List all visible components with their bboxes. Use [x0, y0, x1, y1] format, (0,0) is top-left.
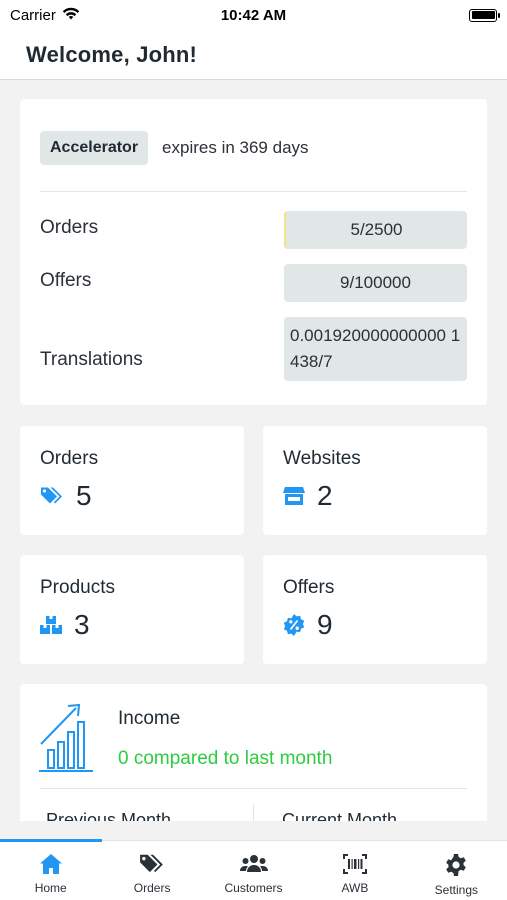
stat-value-row: 2: [283, 480, 333, 512]
tab-label: Settings: [434, 883, 478, 897]
tab-settings[interactable]: Settings: [406, 841, 507, 900]
page-title: Welcome, John!: [26, 41, 198, 67]
tab-awb[interactable]: AWB: [304, 841, 405, 900]
stat-value: 2: [317, 480, 333, 511]
divider: [40, 191, 467, 192]
stat-value: 9: [317, 609, 333, 640]
usage-value-offers: 9/100000: [284, 264, 467, 302]
usage-value-translations: 0.001920000000000 1438/7: [284, 317, 467, 381]
stat-card-websites[interactable]: Websites 2: [263, 426, 487, 535]
tab-orders[interactable]: Orders: [101, 841, 202, 900]
stat-title: Orders: [40, 448, 99, 469]
income-card: Income 0 compared to last month Previous…: [20, 684, 487, 821]
usage-label-offers: Offers: [40, 270, 92, 291]
boxes-icon: [40, 615, 62, 635]
stat-card-offers[interactable]: Offers 9: [263, 555, 487, 664]
tags-icon: [139, 853, 165, 875]
dashboard-content[interactable]: Accelerator expires in 369 days Orders 5…: [0, 81, 507, 821]
carrier-label: Carrier: [10, 6, 56, 24]
active-tab-indicator: [0, 839, 102, 842]
usage-label-translations: Translations: [40, 349, 143, 370]
stat-value: 3: [74, 609, 90, 640]
battery-icon: [469, 8, 500, 22]
tab-home[interactable]: Home: [0, 841, 101, 900]
usage-value-orders: 5/2500: [284, 211, 467, 249]
income-comparison: 0 compared to last month: [118, 748, 333, 769]
users-icon: [239, 853, 268, 875]
growth-chart-icon: [38, 702, 96, 779]
plan-expiry: expires in 369 days: [162, 138, 309, 157]
plan-badge: Accelerator: [40, 131, 149, 165]
stat-value: 5: [76, 480, 92, 511]
tab-customers[interactable]: Customers: [203, 841, 304, 900]
gear-icon: [444, 853, 468, 877]
home-icon: [39, 853, 63, 875]
percent-badge-icon: [283, 614, 305, 636]
status-bar: Carrier 10:42 AM: [0, 0, 507, 30]
tab-label: Orders: [133, 881, 171, 895]
stat-value-row: 5: [40, 480, 92, 512]
divider: [253, 804, 254, 821]
store-icon: [283, 486, 305, 506]
usage-label-orders: Orders: [40, 217, 99, 238]
stat-value-row: 9: [283, 609, 333, 641]
income-title: Income: [118, 708, 181, 729]
stat-card-products[interactable]: Products 3: [20, 555, 244, 664]
tab-bar: Home Orders Customers AWB Settings: [0, 839, 507, 900]
stat-title: Websites: [283, 448, 361, 469]
stat-title: Offers: [283, 577, 335, 598]
current-month-label: Current Month: [282, 810, 398, 821]
stat-value-row: 3: [40, 609, 90, 641]
tab-label: Home: [34, 881, 67, 895]
tab-label: Customers: [224, 881, 283, 895]
stat-title: Products: [40, 577, 115, 598]
status-left: Carrier: [10, 7, 80, 24]
stat-card-orders[interactable]: Orders 5: [20, 426, 244, 535]
tab-label: AWB: [341, 881, 369, 895]
plan-row: Accelerator expires in 369 days: [40, 131, 309, 165]
app-header: Welcome, John!: [0, 30, 507, 80]
wifi-icon: [62, 7, 80, 24]
previous-month-label: Previous Month: [46, 810, 172, 821]
plan-card: Accelerator expires in 369 days Orders 5…: [20, 99, 487, 405]
tag-icon: [40, 486, 64, 506]
barcode-icon: [342, 853, 368, 875]
divider: [40, 788, 467, 789]
